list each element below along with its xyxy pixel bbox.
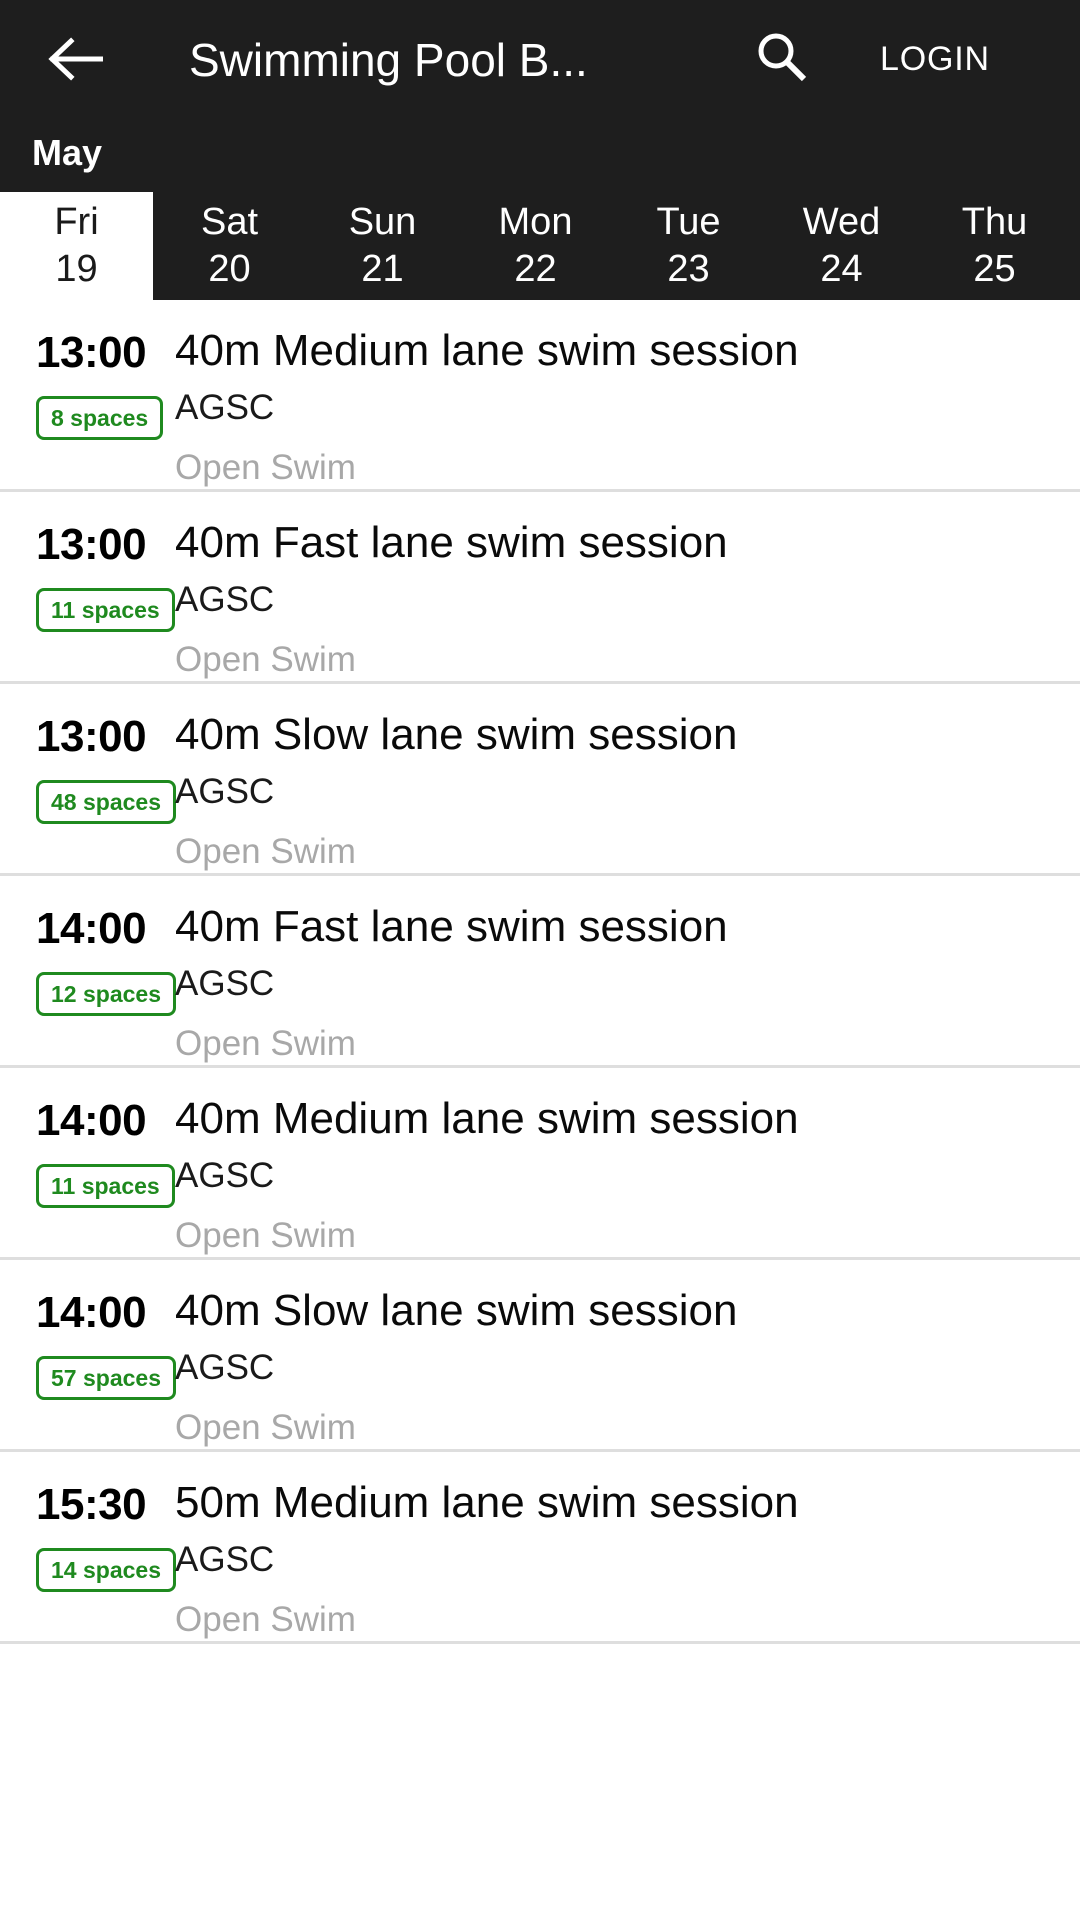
- session-venue: AGSC: [175, 388, 275, 427]
- spaces-badge: 11 spaces: [36, 588, 175, 632]
- session-time: 13:00: [36, 328, 147, 377]
- session-details: 50m Medium lane swim session AGSC Open Swi…: [175, 1452, 1080, 1644]
- session-venue: AGSC: [175, 580, 275, 619]
- session-time-column: 13:00 8 spaces: [0, 300, 175, 492]
- day-tab-daynumber: 20: [208, 248, 251, 290]
- session-venue: AGSC: [175, 964, 275, 1003]
- month-label: May: [32, 132, 103, 173]
- session-category: Open Swim: [175, 1408, 356, 1447]
- session-title: 40m Slow lane swim session: [175, 710, 738, 759]
- login-button[interactable]: LOGIN: [880, 33, 990, 85]
- session-category: Open Swim: [175, 1600, 356, 1639]
- day-tab-daynumber: 25: [973, 248, 1016, 290]
- day-tab-thu-25[interactable]: Thu 25: [918, 192, 1071, 300]
- page-title: Swimming Pool B...: [189, 34, 588, 86]
- session-time: 15:30: [36, 1480, 147, 1529]
- session-title: 40m Fast lane swim session: [175, 902, 728, 951]
- spaces-badge: 11 spaces: [36, 1164, 175, 1208]
- session-title: 40m Medium lane swim session: [175, 326, 799, 375]
- day-tab-sun-21[interactable]: Sun 21: [306, 192, 459, 300]
- session-row[interactable]: 15:30 14 spaces 50m Medium lane swim sessi…: [0, 1452, 1080, 1644]
- session-row[interactable]: 14:00 11 spaces 40m Medium lane swim sessi…: [0, 1068, 1080, 1260]
- day-tab-weekday: Mon: [498, 201, 573, 243]
- session-list[interactable]: 13:00 8 spaces 40m Medium lane swim sessio…: [0, 300, 1080, 1920]
- day-tab-daynumber: 19: [55, 248, 98, 290]
- day-tab-weekday: Wed: [802, 201, 881, 243]
- day-tab-daynumber: 22: [514, 248, 557, 290]
- day-tab-wed-24[interactable]: Wed 24: [765, 192, 918, 300]
- arrow-left-icon: [47, 37, 103, 81]
- session-row[interactable]: 13:00 48 spaces 40m Slow lane swim session…: [0, 684, 1080, 876]
- session-time: 14:00: [36, 1288, 147, 1337]
- day-tab-weekday: Fri: [54, 201, 99, 243]
- session-time: 13:00: [36, 712, 147, 761]
- session-time-column: 14:00 12 spaces: [0, 876, 176, 1068]
- day-tab-tue-23[interactable]: Tue 23: [612, 192, 765, 300]
- session-time-column: 14:00 57 spaces: [0, 1260, 176, 1452]
- spaces-badge: 8 spaces: [36, 396, 164, 440]
- search-button[interactable]: [748, 26, 814, 92]
- session-category: Open Swim: [175, 1024, 356, 1063]
- day-tab-weekday: Thu: [961, 201, 1028, 243]
- session-title: 40m Slow lane swim session: [175, 1286, 738, 1335]
- session-details: 40m Slow lane swim session AGSC Open Swim: [175, 684, 1080, 876]
- session-row[interactable]: 13:00 11 spaces 40m Fast lane swim session…: [0, 492, 1080, 684]
- session-venue: AGSC: [175, 1540, 275, 1579]
- session-category: Open Swim: [175, 640, 356, 679]
- back-button[interactable]: [38, 28, 112, 90]
- session-title: 40m Fast lane swim session: [175, 518, 728, 567]
- session-category: Open Swim: [175, 1216, 356, 1255]
- day-tab-weekday: Sun: [348, 201, 417, 243]
- session-row[interactable]: 14:00 12 spaces 40m Fast lane swim session…: [0, 876, 1080, 1068]
- session-category: Open Swim: [175, 832, 356, 871]
- app-bar: Swimming Pool B... LOGIN May: [0, 0, 1080, 192]
- session-time: 13:00: [36, 520, 147, 569]
- session-venue: AGSC: [175, 1348, 275, 1387]
- session-category: Open Swim: [175, 448, 356, 487]
- day-tab-sat-20[interactable]: Sat 20: [153, 192, 306, 300]
- day-tab-weekday: Tue: [656, 201, 721, 243]
- session-title: 50m Medium lane swim session: [175, 1478, 799, 1527]
- session-time-column: 13:00 11 spaces: [0, 492, 175, 684]
- day-tab-daynumber: 23: [667, 248, 710, 290]
- session-title: 40m Medium lane swim session: [175, 1094, 799, 1143]
- day-tab-mon-22[interactable]: Mon 22: [459, 192, 612, 300]
- session-row[interactable]: 14:00 57 spaces 40m Slow lane swim session…: [0, 1260, 1080, 1452]
- day-tab-weekday: Sat: [200, 201, 259, 243]
- session-time: 14:00: [36, 904, 147, 953]
- session-time-column: 13:00 48 spaces: [0, 684, 176, 876]
- spaces-badge: 14 spaces: [36, 1548, 176, 1592]
- session-venue: AGSC: [175, 1156, 275, 1195]
- session-details: 40m Medium lane swim session AGSC Open Swi…: [175, 300, 1080, 492]
- session-details: 40m Fast lane swim session AGSC Open Swim: [175, 876, 1080, 1068]
- session-row[interactable]: 13:00 8 spaces 40m Medium lane swim sessio…: [0, 300, 1080, 492]
- session-details: 40m Fast lane swim session AGSC Open Swim: [175, 492, 1080, 684]
- day-tab-daynumber: 24: [820, 248, 863, 290]
- session-details: 40m Medium lane swim session AGSC Open Swi…: [175, 1068, 1080, 1260]
- day-tab-fri-19[interactable]: Fri 19: [0, 192, 153, 300]
- spaces-badge: 12 spaces: [36, 972, 176, 1016]
- session-details: 40m Slow lane swim session AGSC Open Swim: [175, 1260, 1080, 1452]
- spaces-badge: 48 spaces: [36, 780, 176, 824]
- day-tab-strip[interactable]: Fri 19 Sat 20 Sun 21 Mon 22 Tue 23 Wed 24 Thu 25: [0, 192, 1080, 300]
- search-icon: [752, 28, 810, 91]
- spaces-badge: 57 spaces: [36, 1356, 176, 1400]
- day-tab-daynumber: 21: [361, 248, 404, 290]
- session-time-column: 15:30 14 spaces: [0, 1452, 176, 1644]
- session-time-column: 14:00 11 spaces: [0, 1068, 175, 1260]
- session-time: 14:00: [36, 1096, 147, 1145]
- session-venue: AGSC: [175, 772, 275, 811]
